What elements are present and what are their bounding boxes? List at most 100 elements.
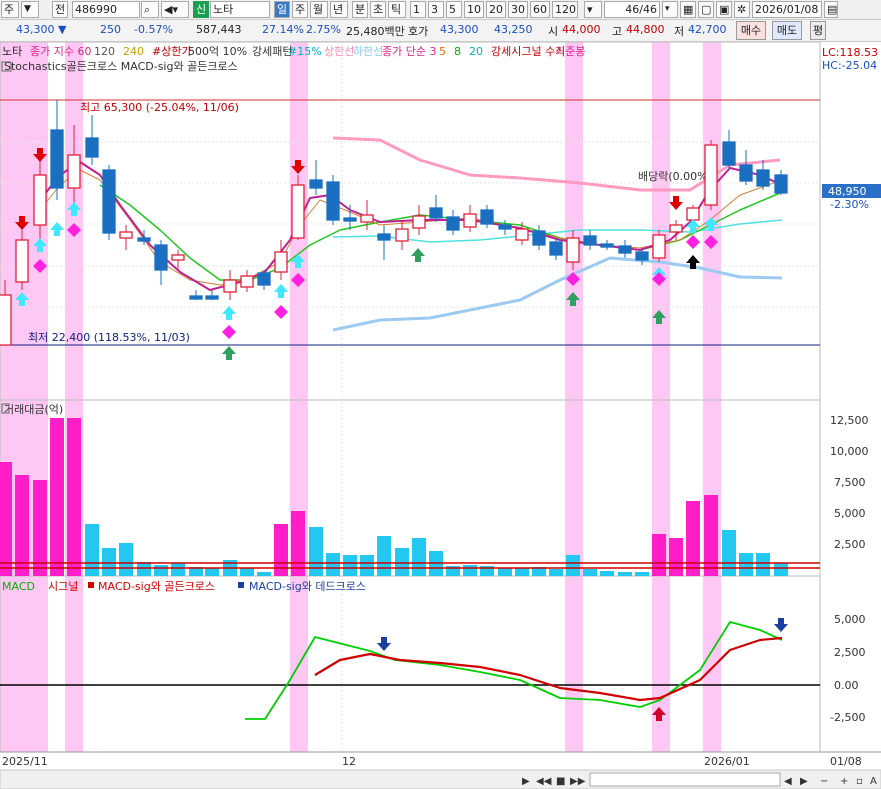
diamond-marker (222, 325, 236, 339)
period-day[interactable]: 일 (274, 1, 290, 18)
volume-bar (498, 568, 512, 576)
strength-arrow-marker (411, 248, 425, 262)
volume-tick: 12,500 (830, 414, 869, 427)
strength-arrow-marker (222, 346, 236, 360)
page-down-icon[interactable]: ▾ (662, 1, 678, 18)
calendar-icon[interactable]: ▤ (824, 1, 838, 18)
volume-bar (686, 501, 700, 576)
prev-button[interactable]: 전 (52, 1, 68, 18)
candle (412, 215, 426, 229)
candle (532, 230, 546, 246)
volume-bar (257, 572, 271, 576)
rewind-icon[interactable]: ◀◀ (536, 776, 552, 787)
volume-bar (291, 511, 305, 576)
volume-bar (583, 569, 597, 576)
max-annotation: 최고 65,300 (-25.04%, 11/06) (80, 101, 239, 114)
market-dropdown-icon[interactable]: ▼ (21, 1, 39, 18)
legend-item: 상한선 (324, 45, 354, 58)
candle (722, 141, 736, 166)
zoom-out-icon[interactable]: ◀ (784, 776, 792, 787)
text-size-icon[interactable]: ▫ (856, 776, 863, 787)
volume-bar (102, 548, 116, 576)
candle (739, 164, 753, 182)
legend-item: 5 (439, 45, 446, 58)
play-icon[interactable]: ▶ (522, 776, 530, 787)
legend-item: 종가 지수 60 (30, 45, 91, 58)
candle (669, 224, 683, 233)
period-month[interactable]: 월 (310, 1, 328, 18)
candle (360, 214, 374, 223)
volume-bar (154, 565, 168, 576)
candle (635, 251, 649, 261)
speaker-icon[interactable]: ◀▾ (161, 1, 189, 18)
volume-tick: 5,000 (834, 507, 866, 520)
interval-3[interactable]: 3 (428, 1, 444, 18)
scroll-track[interactable] (589, 772, 781, 787)
candle (85, 137, 99, 158)
volume-bar (515, 568, 529, 576)
turnover-rate: 27.14% (262, 23, 304, 36)
lock-icon[interactable]: ▢ (698, 1, 714, 18)
lc-label: LC:118.53 (822, 46, 878, 59)
volume-bar (704, 495, 718, 576)
forward-icon[interactable]: ▶▶ (570, 776, 586, 787)
period-week[interactable]: 주 (292, 1, 308, 18)
sell-button[interactable]: 매도 (772, 21, 802, 40)
interval-5[interactable]: 5 (446, 1, 462, 18)
stock-code-input[interactable]: 486990 (72, 1, 140, 18)
interval-30[interactable]: 30 (508, 1, 528, 18)
x-tick: 12 (342, 755, 356, 768)
volume-bar (600, 571, 614, 576)
macd-tick: 0.00 (834, 679, 859, 692)
volume-bar (463, 565, 477, 576)
volume-bar (205, 568, 219, 576)
search-icon[interactable]: ⌕ (141, 1, 159, 18)
plus-icon[interactable]: + (840, 776, 848, 787)
hc-label: HC:-25.04 (822, 59, 877, 72)
stop-icon[interactable]: ■ (556, 776, 565, 787)
interval-1[interactable]: 1 (410, 1, 426, 18)
legend-item: #15% (288, 45, 322, 58)
minus-icon[interactable]: − (820, 776, 828, 787)
volume-bar (0, 462, 12, 576)
interval-60[interactable]: 60 (530, 1, 550, 18)
zoom-in-icon[interactable]: ▶ (800, 776, 808, 787)
volume-bar (739, 553, 753, 576)
interval-120[interactable]: 120 (552, 1, 578, 18)
macd-panel (0, 575, 821, 753)
signal-highlight-band (565, 42, 583, 752)
save-icon[interactable]: ▣ (716, 1, 732, 18)
auto-icon[interactable]: A (870, 776, 877, 787)
candle (0, 294, 12, 346)
volume-bar (566, 555, 580, 576)
volume-bar (326, 553, 340, 576)
flat-button[interactable]: 평 (810, 21, 826, 40)
current-price-label: 48,950 (828, 185, 867, 198)
gear-icon[interactable]: ✲ (734, 1, 750, 18)
period-minute[interactable]: 분 (352, 1, 368, 18)
trade-amount: 25,480백만 (346, 25, 405, 38)
volume-bar (652, 534, 666, 576)
period-year[interactable]: 년 (330, 1, 348, 18)
period-tick[interactable]: 틱 (388, 1, 406, 18)
interval-10[interactable]: 10 (464, 1, 484, 18)
interval-20[interactable]: 20 (486, 1, 506, 18)
market-select[interactable]: 주 (1, 1, 19, 18)
candle (446, 216, 460, 231)
candle (309, 179, 323, 189)
candle (171, 254, 185, 261)
period-second[interactable]: 초 (370, 1, 386, 18)
dropdown-icon[interactable]: ▾ (584, 1, 602, 18)
candle (137, 237, 151, 242)
grid-icon[interactable]: ▦ (680, 1, 696, 18)
stock-name-field[interactable]: 노타 (210, 1, 270, 18)
date-field[interactable]: 2026/01/08 (752, 1, 822, 18)
candle (102, 169, 116, 234)
candle (119, 231, 133, 239)
buy-button[interactable]: 매수 (736, 21, 766, 40)
dead-cross-swatch (238, 582, 244, 588)
legend-item: 500억 10% (188, 45, 247, 58)
volume-bar (774, 563, 788, 576)
golden-cross-swatch (88, 582, 94, 588)
candle (223, 279, 237, 293)
